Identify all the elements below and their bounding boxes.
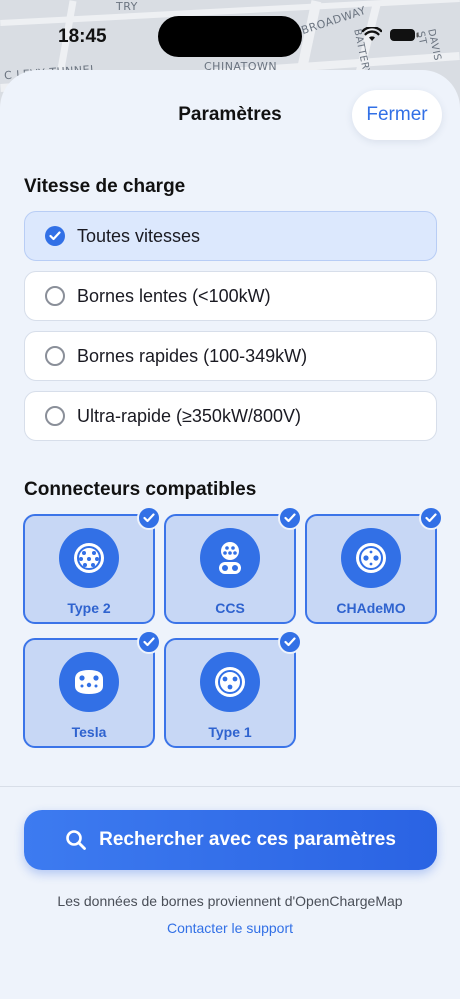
checkmark-icon (45, 226, 65, 246)
connectors-section-title: Connecteurs compatibles (24, 479, 257, 500)
search-button[interactable]: Rechercher avec ces paramètres (24, 810, 437, 870)
speed-option-label: Bornes lentes (<100kW) (77, 285, 271, 306)
checkmark-icon (419, 506, 443, 530)
search-icon (66, 830, 86, 850)
connector-label: CHAdeMO (336, 600, 406, 616)
connector-label: Type 1 (208, 724, 252, 740)
connector-label: CCS (215, 600, 245, 616)
battery-icon (390, 28, 419, 41)
wifi-icon (362, 27, 382, 41)
checkmark-icon (278, 506, 302, 530)
speed-option-label: Bornes rapides (100-349kW) (77, 345, 308, 366)
map-label: TRY (116, 0, 138, 13)
search-button-label: Rechercher avec ces paramètres (99, 829, 396, 850)
divider (0, 786, 460, 787)
connector-tesla[interactable]: Tesla (23, 630, 161, 748)
radio-icon (45, 406, 65, 426)
speed-option-fast[interactable]: Bornes rapides (100-349kW) (24, 331, 437, 381)
connector-label: Tesla (71, 724, 107, 740)
status-icons (362, 27, 420, 42)
speed-option-label: Toutes vitesses (77, 225, 201, 246)
speed-option-label: Ultra-rapide (≥350kW/800V) (77, 405, 301, 426)
speed-option-all[interactable]: Toutes vitesses (24, 211, 437, 261)
tesla-plug-icon (59, 652, 119, 712)
status-time: 18:45 (58, 26, 107, 47)
close-button[interactable]: Fermer (352, 90, 442, 140)
connector-type2[interactable]: Type 2 (23, 506, 161, 624)
connector-label: Type 2 (67, 600, 111, 616)
contact-support-link[interactable]: Contacter le support (0, 920, 460, 936)
speed-section-title: Vitesse de charge (24, 176, 186, 197)
speed-option-slow[interactable]: Bornes lentes (<100kW) (24, 271, 437, 321)
connector-chademo[interactable]: CHAdeMO (305, 506, 443, 624)
checkmark-icon (278, 630, 302, 654)
ccs-plug-icon (200, 528, 260, 588)
type1-plug-icon (200, 652, 260, 712)
chademo-plug-icon (341, 528, 401, 588)
radio-icon (45, 346, 65, 366)
checkmark-icon (137, 630, 161, 654)
connector-ccs[interactable]: CCS (164, 506, 302, 624)
type2-plug-icon (59, 528, 119, 588)
checkmark-icon (137, 506, 161, 530)
speed-option-ultra[interactable]: Ultra-rapide (≥350kW/800V) (24, 391, 437, 441)
data-source-note: Les données de bornes proviennent d'Open… (57, 893, 403, 909)
radio-icon (45, 286, 65, 306)
dynamic-island (158, 16, 302, 57)
connector-type1[interactable]: Type 1 (164, 630, 302, 748)
